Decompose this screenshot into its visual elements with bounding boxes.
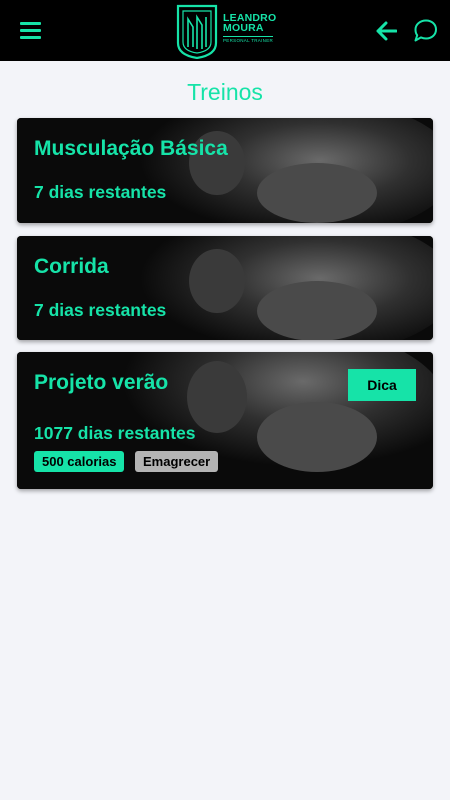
workout-card[interactable]: Corrida 7 dias restantes <box>17 236 433 340</box>
workout-days-left: 7 dias restantes <box>34 300 167 320</box>
top-app-bar: LEANDRO MOURA PERSONAL TRAINER <box>0 0 450 61</box>
arrow-left-icon[interactable] <box>375 21 397 41</box>
brand-logo: LEANDRO MOURA PERSONAL TRAINER <box>175 3 285 59</box>
workout-days-left: 7 dias restantes <box>34 182 167 202</box>
logo-subtitle: PERSONAL TRAINER <box>223 36 274 43</box>
workout-days-left: 1077 dias restantes <box>34 423 196 443</box>
menu-icon[interactable] <box>20 22 41 39</box>
workout-title: Corrida <box>34 255 109 278</box>
athlete-background-image <box>17 118 433 223</box>
workout-card[interactable]: Musculação Básica 7 dias restantes <box>17 118 433 223</box>
logo-name-line2: MOURA <box>223 22 264 34</box>
workout-title: Projeto verão <box>34 371 169 394</box>
chat-bubble-icon[interactable] <box>413 18 438 43</box>
logo-shield-icon <box>176 4 218 59</box>
workout-title: Musculação Básica <box>34 137 228 160</box>
page-title: Treinos <box>187 79 263 105</box>
calories-tag: 500 calorias <box>34 451 125 472</box>
tip-button[interactable]: Dica <box>348 369 416 401</box>
logo-name: LEANDRO MOURA <box>223 13 276 34</box>
athlete-background-image <box>17 236 433 340</box>
workout-card[interactable]: Projeto verão Dica 1077 dias restantes 5… <box>17 352 433 489</box>
goal-tag: Emagrecer <box>135 451 219 472</box>
